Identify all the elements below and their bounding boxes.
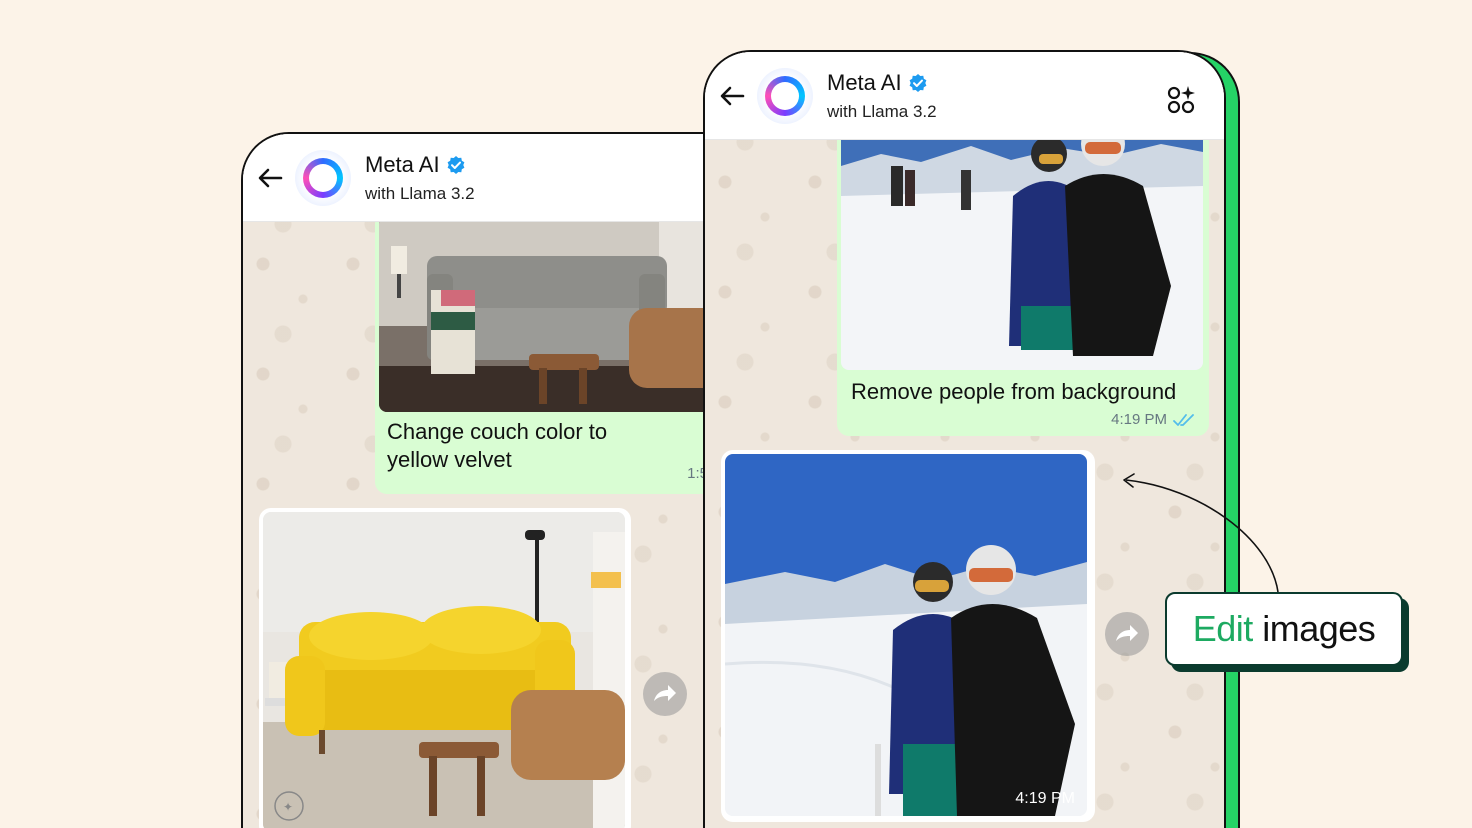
right-phone-frame: Remove people from background 4:19 PM 4:… (703, 50, 1226, 828)
avatar[interactable] (295, 149, 351, 206)
couch-photo-gray[interactable] (379, 216, 741, 412)
callout-word-edit: Edit (1192, 608, 1254, 649)
avatar[interactable] (757, 67, 813, 124)
couch-photo-yellow[interactable]: ✦ (263, 512, 625, 828)
received-image-bubble[interactable]: 4:19 PM (721, 450, 1095, 822)
sent-message-bubble[interactable]: Change couch color to yellow velvet 1:51… (375, 212, 741, 494)
forward-button[interactable] (1105, 612, 1149, 656)
contact-name[interactable]: Meta AI (827, 70, 902, 96)
contact-subtitle: with Llama 3.2 (365, 183, 475, 203)
received-image-bubble[interactable]: ✦ (259, 508, 631, 828)
meta-ai-logo-icon (765, 75, 805, 116)
read-receipt-icon (1173, 413, 1194, 426)
callout-word-images: images (1262, 608, 1376, 649)
image-time: 4:19 PM (1015, 790, 1075, 807)
svg-text:✦: ✦ (283, 800, 293, 814)
forward-button[interactable] (643, 672, 687, 716)
chat-header: Meta AI with Llama 3.2 (705, 52, 1224, 140)
back-arrow-icon (720, 86, 745, 105)
meta-ai-logo-icon (303, 157, 343, 198)
verified-badge-icon (447, 155, 464, 174)
chat-header: Meta AI with Llama 3.2 (243, 134, 741, 222)
message-text: Change couch color to yellow velvet (387, 419, 608, 472)
edit-images-callout: Edit images (1165, 592, 1409, 672)
forward-icon (1116, 625, 1138, 641)
forward-icon (654, 685, 676, 701)
message-text: Remove people from background (851, 379, 1177, 404)
ski-photo-original[interactable] (841, 126, 1203, 370)
verified-badge-icon (909, 73, 926, 92)
contact-subtitle: with Llama 3.2 (827, 101, 937, 121)
message-time: 4:19 PM (1111, 411, 1167, 428)
back-button[interactable] (253, 161, 287, 195)
ski-photo-edited[interactable]: 4:19 PM (725, 454, 1087, 816)
apps-sparkle-icon[interactable] (1166, 84, 1198, 116)
callout-arrow-icon (1123, 473, 1279, 593)
contact-name[interactable]: Meta AI (365, 152, 440, 178)
sent-message-bubble[interactable]: Remove people from background 4:19 PM (837, 122, 1209, 436)
back-arrow-icon (258, 168, 283, 187)
back-button[interactable] (715, 79, 749, 113)
left-phone-frame: Change couch color to yellow velvet 1:51… (241, 132, 741, 828)
